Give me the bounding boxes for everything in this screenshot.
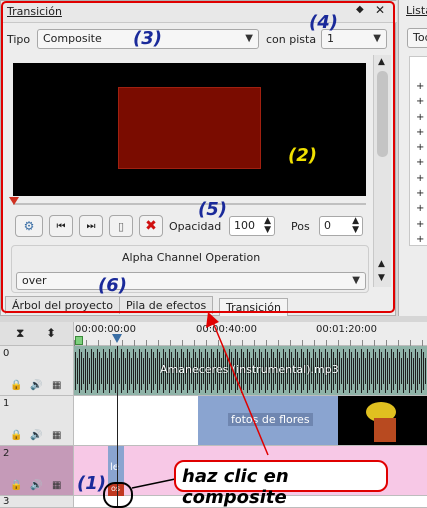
annotation-1: (1) [77,473,106,494]
callout-text: haz clic en composite [182,466,289,508]
callout-box: haz clic en composite [174,460,388,508]
annotation-arrow [131,312,269,489]
transition-circle [103,482,133,508]
